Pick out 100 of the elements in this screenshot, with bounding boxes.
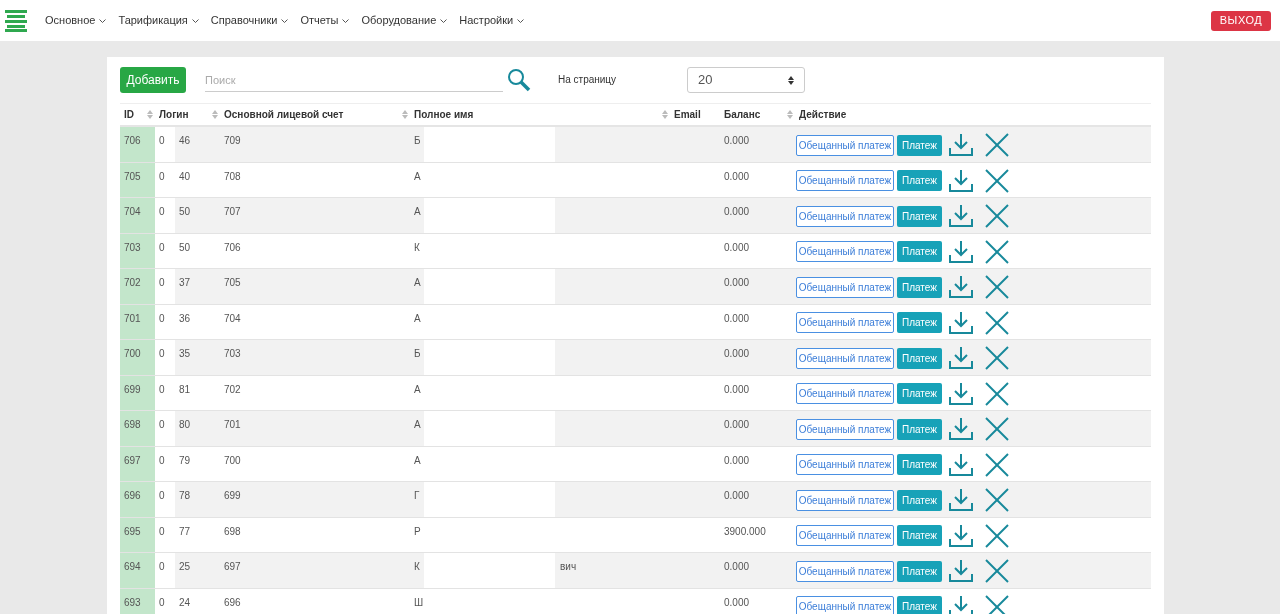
column-header[interactable]: Основной лицевой счет xyxy=(224,107,344,122)
table-cell: 706 xyxy=(224,241,241,253)
download-icon[interactable] xyxy=(949,275,973,300)
table-cell: 77 xyxy=(179,525,191,537)
column-header[interactable]: Действие xyxy=(799,107,847,122)
payment-button[interactable]: Платеж xyxy=(897,560,942,582)
table-cell: 704 xyxy=(224,312,241,324)
promised-payment-button[interactable]: Обещанный платеж xyxy=(796,383,894,405)
table-cell-text: А xyxy=(414,276,422,287)
table-cell: 24 xyxy=(179,596,191,608)
nav-menu-item[interactable]: Настройки xyxy=(459,12,525,29)
promised-payment-button[interactable]: Обещанный платеж xyxy=(796,560,894,582)
payment-button[interactable]: Платеж xyxy=(897,170,942,192)
download-icon[interactable] xyxy=(949,381,973,406)
delete-icon[interactable] xyxy=(985,594,1009,614)
table-cell-text: А xyxy=(414,311,422,323)
nav-menu-item[interactable]: Отчеты xyxy=(300,12,350,29)
search-field[interactable]: Поиск xyxy=(205,68,503,92)
promised-payment-button[interactable]: Обещанный платеж xyxy=(796,170,894,192)
delete-icon[interactable] xyxy=(985,523,1009,548)
logo-icon[interactable] xyxy=(5,9,27,32)
nav-menu-item[interactable]: Справочники xyxy=(210,12,289,29)
promised-payment-button[interactable]: Обещанный платеж xyxy=(796,418,894,440)
delete-icon[interactable] xyxy=(985,381,1009,406)
chevron-down-icon xyxy=(517,18,525,23)
delete-icon[interactable] xyxy=(985,133,1009,158)
delete-icon[interactable] xyxy=(985,239,1009,264)
table-cell: 696 xyxy=(124,490,141,501)
table-cell: 0 xyxy=(159,348,165,359)
column-header[interactable]: Полное имя xyxy=(414,107,474,122)
table-cell: 0 xyxy=(159,419,165,430)
search-icon[interactable] xyxy=(507,68,531,92)
payment-button[interactable]: Платеж xyxy=(897,347,942,369)
nav-menu-item[interactable]: Оборудование xyxy=(361,12,448,29)
download-icon[interactable] xyxy=(949,488,973,513)
delete-icon[interactable] xyxy=(985,452,1009,477)
delete-icon[interactable] xyxy=(985,310,1009,335)
payment-button[interactable]: Платеж xyxy=(897,312,942,334)
promised-payment-button[interactable]: Обещанный платеж xyxy=(796,276,894,298)
sort-icon[interactable] xyxy=(787,110,793,119)
download-icon[interactable] xyxy=(949,346,973,371)
promised-payment-button[interactable]: Обещанный платеж xyxy=(796,347,894,369)
table-cell: 0 xyxy=(159,383,165,395)
promised-payment-button[interactable]: Обещанный платеж xyxy=(796,596,894,614)
promised-payment-button[interactable]: Обещанный платеж xyxy=(796,489,894,511)
download-icon[interactable] xyxy=(949,559,973,584)
delete-icon[interactable] xyxy=(985,559,1009,584)
table-cell: 0 xyxy=(159,525,165,537)
sort-icon[interactable] xyxy=(212,110,218,119)
payment-button[interactable]: Платеж xyxy=(897,205,942,227)
delete-icon[interactable] xyxy=(985,168,1009,193)
payment-button[interactable]: Платеж xyxy=(897,134,942,156)
download-icon[interactable] xyxy=(949,417,973,442)
nav-menu-item[interactable]: Основное xyxy=(45,12,107,29)
delete-icon[interactable] xyxy=(985,204,1009,229)
per-page-select[interactable]: 20 xyxy=(687,67,806,93)
promised-payment-button[interactable]: Обещанный платеж xyxy=(796,525,894,547)
delete-icon[interactable] xyxy=(985,275,1009,300)
table-cell: 0.000 xyxy=(724,241,750,253)
promised-payment-button[interactable]: Обещанный платеж xyxy=(796,205,894,227)
promised-payment-button[interactable]: Обещанный платеж xyxy=(796,241,894,263)
nav-menu-item[interactable]: Тарификация xyxy=(118,12,199,29)
download-icon[interactable] xyxy=(949,204,973,229)
sort-icon[interactable] xyxy=(402,110,408,119)
download-icon[interactable] xyxy=(949,133,973,158)
delete-icon[interactable] xyxy=(985,346,1009,371)
column-header[interactable]: ID xyxy=(124,107,134,122)
payment-button[interactable]: Платеж xyxy=(897,525,942,547)
table-cell: 0 xyxy=(159,596,165,608)
table-cell: 701 xyxy=(224,419,241,430)
payment-button[interactable]: Платеж xyxy=(897,454,942,476)
download-icon[interactable] xyxy=(949,168,973,193)
payment-button[interactable]: Платеж xyxy=(897,383,942,405)
add-button[interactable]: Добавить xyxy=(120,67,186,93)
sort-icon xyxy=(788,75,795,85)
logout-button[interactable]: ВЫХОД xyxy=(1211,10,1271,31)
delete-icon[interactable] xyxy=(985,417,1009,442)
download-icon[interactable] xyxy=(949,452,973,477)
payment-button[interactable]: Платеж xyxy=(897,596,942,614)
table-cell: 702 xyxy=(124,277,141,288)
sort-icon[interactable] xyxy=(147,110,153,119)
payment-button[interactable]: Платеж xyxy=(897,418,942,440)
column-header[interactable]: Email xyxy=(674,107,701,122)
download-icon[interactable] xyxy=(949,523,973,548)
table-cell: 705 xyxy=(124,170,141,182)
payment-button[interactable]: Платеж xyxy=(897,276,942,298)
promised-payment-button[interactable]: Обещанный платеж xyxy=(796,134,894,156)
column-header[interactable]: Логин xyxy=(159,107,189,122)
column-header[interactable]: Баланс xyxy=(724,107,761,122)
download-icon[interactable] xyxy=(949,310,973,335)
table-cell: 50 xyxy=(179,206,191,217)
payment-button[interactable]: Платеж xyxy=(897,241,942,263)
delete-icon[interactable] xyxy=(985,488,1009,513)
table-cell: 0 xyxy=(159,312,165,324)
download-icon[interactable] xyxy=(949,594,973,614)
payment-button[interactable]: Платеж xyxy=(897,489,942,511)
sort-icon[interactable] xyxy=(662,110,668,119)
promised-payment-button[interactable]: Обещанный платеж xyxy=(796,312,894,334)
download-icon[interactable] xyxy=(949,239,973,264)
promised-payment-button[interactable]: Обещанный платеж xyxy=(796,454,894,476)
